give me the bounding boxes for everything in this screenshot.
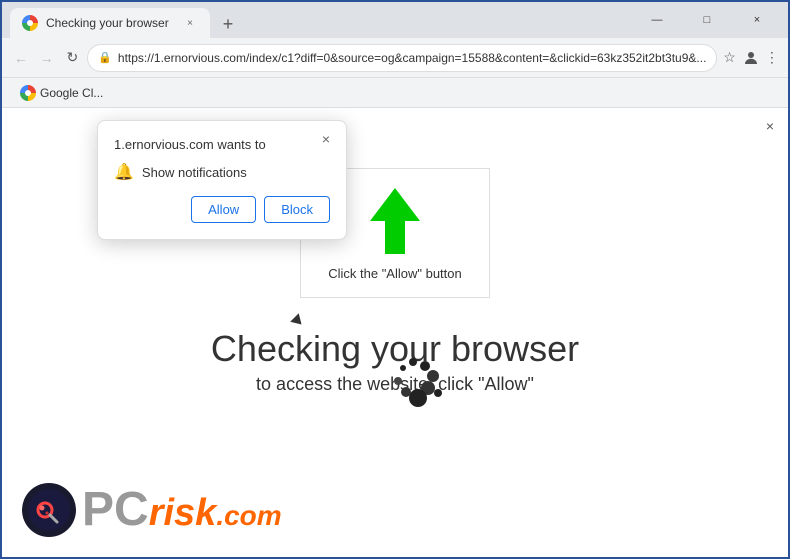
pcrisk-text-area: PC risk .com [82,482,282,537]
popup-close-button[interactable]: × [316,129,336,149]
notification-label: Show notifications [142,165,247,180]
lock-icon: 🔒 [98,51,112,64]
reload-button[interactable]: ↻ [61,42,83,74]
page-content: × 1.ernorvious.com wants to 🔔 Show notif… [2,108,788,557]
tab-title: Checking your browser [46,16,174,30]
bookmark-favicon [20,85,36,101]
instruction-text: Click the "Allow" button [328,266,462,281]
active-tab[interactable]: Checking your browser × [10,8,210,38]
page-close-button[interactable]: × [760,116,780,136]
tab-close-button[interactable]: × [182,15,198,31]
url-text: https://1.ernorvious.com/index/c1?diff=0… [118,51,707,65]
pcrisk-watermark: PC risk .com [22,482,282,537]
bell-icon: 🔔 [114,162,134,182]
loading-dots [378,348,458,428]
back-button[interactable]: ← [10,42,32,74]
block-button[interactable]: Block [264,196,330,223]
minimize-button[interactable]: — [634,5,680,35]
browser-window: Checking your browser × + — □ × ← → ↻ 🔒 … [0,0,790,559]
navigation-bar: ← → ↻ 🔒 https://1.ernorvious.com/index/c… [2,38,788,78]
arrow-up-icon [365,186,425,256]
popup-title: 1.ernorvious.com wants to [114,137,330,152]
allow-button[interactable]: Allow [191,196,256,223]
profile-button[interactable] [742,46,760,70]
popup-notification-row: 🔔 Show notifications [114,162,330,182]
menu-button[interactable]: ⋮ [764,46,780,70]
risk-text: risk [149,492,217,535]
notification-popup: × 1.ernorvious.com wants to 🔔 Show notif… [97,120,347,240]
tab-area: Checking your browser × + [10,2,634,38]
dotcom-text: .com [216,500,281,532]
new-tab-button[interactable]: + [214,10,242,38]
maximize-button[interactable]: □ [684,5,730,35]
bookmark-star-button[interactable]: ☆ [721,46,737,70]
close-button[interactable]: × [734,5,780,35]
bookmark-label: Google Cl... [40,86,103,100]
title-bar: Checking your browser × + — □ × [2,2,788,38]
forward-button[interactable]: → [36,42,58,74]
window-controls: — □ × [634,5,780,35]
address-bar[interactable]: 🔒 https://1.ernorvious.com/index/c1?diff… [87,44,717,72]
bookmark-item-google[interactable]: Google Cl... [12,83,111,103]
pc-text: PC [82,482,149,537]
tab-favicon [22,15,38,31]
pcrisk-logo [22,483,76,537]
bookmarks-bar: Google Cl... [2,78,788,108]
popup-buttons: Allow Block [114,196,330,223]
